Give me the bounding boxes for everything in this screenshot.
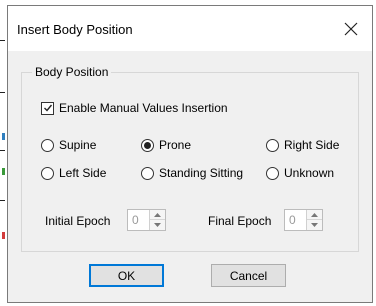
chevron-up-icon: [311, 212, 318, 217]
axis-tick: [0, 150, 5, 151]
axis-tick: [0, 40, 5, 41]
enable-manual-checkbox[interactable]: [41, 101, 54, 115]
spin-up-button[interactable]: [150, 210, 165, 220]
initial-epoch-value: 0: [132, 213, 139, 227]
body-position-group: Body Position Enable Manual Values Inser…: [21, 65, 359, 252]
chevron-down-icon: [154, 223, 161, 227]
radio-unknown[interactable]: Unknown: [266, 166, 334, 180]
title-bar: Insert Body Position: [8, 6, 372, 51]
plot-mark: [2, 133, 5, 140]
initial-epoch-spinner[interactable]: 0: [127, 209, 166, 231]
radio-prone[interactable]: Prone: [141, 138, 191, 152]
spin-down-button[interactable]: [307, 220, 322, 230]
final-epoch-value: 0: [289, 213, 296, 227]
radio-standing-sitting[interactable]: Standing Sitting: [141, 166, 243, 180]
chevron-down-icon: [311, 223, 318, 227]
group-legend: Body Position: [32, 65, 112, 79]
cancel-button[interactable]: Cancel: [211, 264, 286, 287]
radio-button[interactable]: [266, 138, 279, 152]
final-epoch-spinner[interactable]: 0: [284, 209, 323, 231]
radio-label: Prone: [159, 138, 192, 152]
radio-label: Standing Sitting: [159, 166, 244, 180]
radio-button[interactable]: [141, 166, 154, 180]
chevron-up-icon: [154, 212, 161, 217]
radio-button[interactable]: [266, 166, 279, 180]
spin-up-button[interactable]: [307, 210, 322, 220]
ok-button[interactable]: OK: [89, 264, 164, 287]
checkmark-icon: [43, 104, 52, 112]
dialog-title: Insert Body Position: [17, 22, 133, 37]
radio-button[interactable]: [41, 138, 54, 152]
radio-label: Left Side: [59, 166, 107, 180]
close-button[interactable]: [330, 8, 372, 50]
radio-label: Unknown: [284, 166, 335, 180]
radio-right-side[interactable]: Right Side: [266, 138, 339, 152]
plot-mark: [2, 168, 5, 175]
close-icon: [344, 22, 358, 36]
radio-selected-dot: [144, 141, 151, 149]
axis-tick: [0, 200, 5, 201]
radio-button[interactable]: [141, 138, 154, 152]
radio-button[interactable]: [41, 166, 54, 180]
final-epoch-label: Final Epoch: [208, 214, 272, 228]
axis-tick: [0, 92, 5, 93]
spinner-buttons: [306, 210, 322, 230]
radio-label: Supine: [59, 138, 97, 152]
spinner-buttons: [149, 210, 165, 230]
insert-body-position-dialog: Insert Body Position Body Position Enabl…: [7, 5, 373, 303]
enable-manual-label: Enable Manual Values Insertion: [59, 101, 228, 115]
radio-left-side[interactable]: Left Side: [41, 166, 106, 180]
enable-manual-checkbox-row[interactable]: Enable Manual Values Insertion: [41, 101, 228, 115]
plot-mark: [2, 232, 5, 239]
radio-supine[interactable]: Supine: [41, 138, 96, 152]
initial-epoch-label: Initial Epoch: [45, 214, 111, 228]
radio-label: Right Side: [284, 138, 340, 152]
spin-down-button[interactable]: [150, 220, 165, 230]
